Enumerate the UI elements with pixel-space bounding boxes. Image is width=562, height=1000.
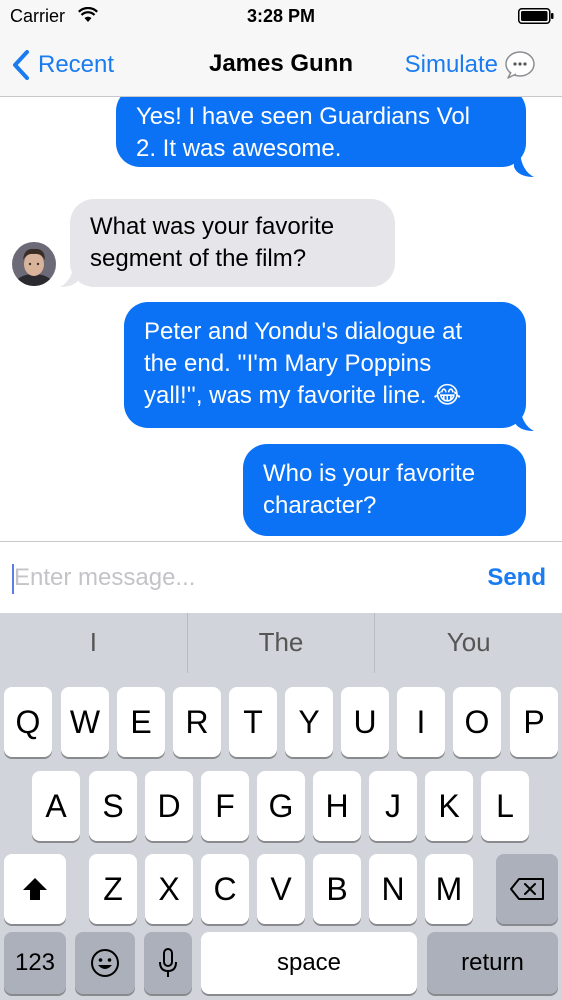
key-d[interactable]: D [145,771,193,841]
chevron-left-icon [13,50,29,80]
back-button-label: Recent [38,51,115,78]
microphone-icon [159,948,177,977]
message-text: Peter and Yondu's dialogue at the end. '… [144,318,463,409]
shift-key[interactable] [4,854,66,924]
key-x[interactable]: X [145,854,193,924]
key-a[interactable]: A [32,771,80,841]
key-n[interactable]: N [369,854,417,924]
avatar-image [12,242,56,286]
key-m[interactable]: M [425,854,473,924]
key-c[interactable]: C [201,854,249,924]
key-w[interactable]: W [61,687,109,757]
key-l[interactable]: L [481,771,529,841]
message-input-bar: Send [0,541,562,614]
key-k[interactable]: K [425,771,473,841]
battery-icon [518,8,554,24]
outgoing-message-bubble: Yes! I have seen Guardians Vol 2. It was… [116,97,526,167]
speech-bubble-icon [505,51,535,79]
key-s[interactable]: S [89,771,137,841]
simulate-button-label: Simulate [404,51,498,78]
back-button[interactable]: Recent [12,48,114,82]
outgoing-message-bubble: Peter and Yondu's dialogue at the end. '… [124,302,526,428]
keyboard: I The You Q W E R T Y U I O P A S D F G … [0,613,562,1000]
message-text: Who is your favorite character? [263,460,476,519]
key-b[interactable]: B [313,854,361,924]
key-o[interactable]: O [453,687,501,757]
key-u[interactable]: U [341,687,389,757]
return-key[interactable]: return [427,932,558,994]
key-g[interactable]: G [257,771,305,841]
key-e[interactable]: E [117,687,165,757]
message-list[interactable]: Yes! I have seen Guardians Vol 2. It was… [0,97,562,541]
bubble-tail [514,153,534,177]
key-h[interactable]: H [313,771,361,841]
key-i[interactable]: I [397,687,445,757]
key-z[interactable]: Z [89,854,137,924]
key-f[interactable]: F [201,771,249,841]
dictation-key[interactable] [144,932,192,994]
simulate-button[interactable]: Simulate [405,48,536,82]
key-r[interactable]: R [173,687,221,757]
key-q[interactable]: Q [4,687,52,757]
message-text: Yes! I have seen Guardians Vol 2. It was… [136,103,471,162]
backspace-icon [510,878,544,900]
shift-icon [23,878,47,900]
navigation-bar: Recent James Gunn Simulate [0,36,562,97]
emoji-key[interactable] [75,932,135,994]
outgoing-message-bubble: Who is your favorite character? [243,444,526,536]
send-button[interactable]: Send [487,564,546,592]
space-key[interactable]: space [201,932,417,994]
predictive-bar: I The You [0,613,562,673]
emoji-icon [91,949,119,977]
delete-key[interactable] [496,854,558,924]
suggestion-item[interactable]: You [375,613,562,673]
status-bar: Carrier 3:28 PM [0,0,562,36]
bubble-tail [514,407,534,431]
message-text: What was your favorite segment of the fi… [90,213,335,272]
key-y[interactable]: Y [285,687,333,757]
suggestion-item[interactable]: I [0,613,188,673]
incoming-message-bubble: What was your favorite segment of the fi… [70,199,395,287]
suggestion-item[interactable]: The [188,613,376,673]
key-p[interactable]: P [510,687,558,757]
avatar[interactable] [12,242,56,286]
key-j[interactable]: J [369,771,417,841]
numbers-key[interactable]: 123 [4,932,66,994]
key-v[interactable]: V [257,854,305,924]
status-time: 3:28 PM [246,6,316,26]
key-t[interactable]: T [229,687,277,757]
message-input[interactable] [14,560,454,596]
